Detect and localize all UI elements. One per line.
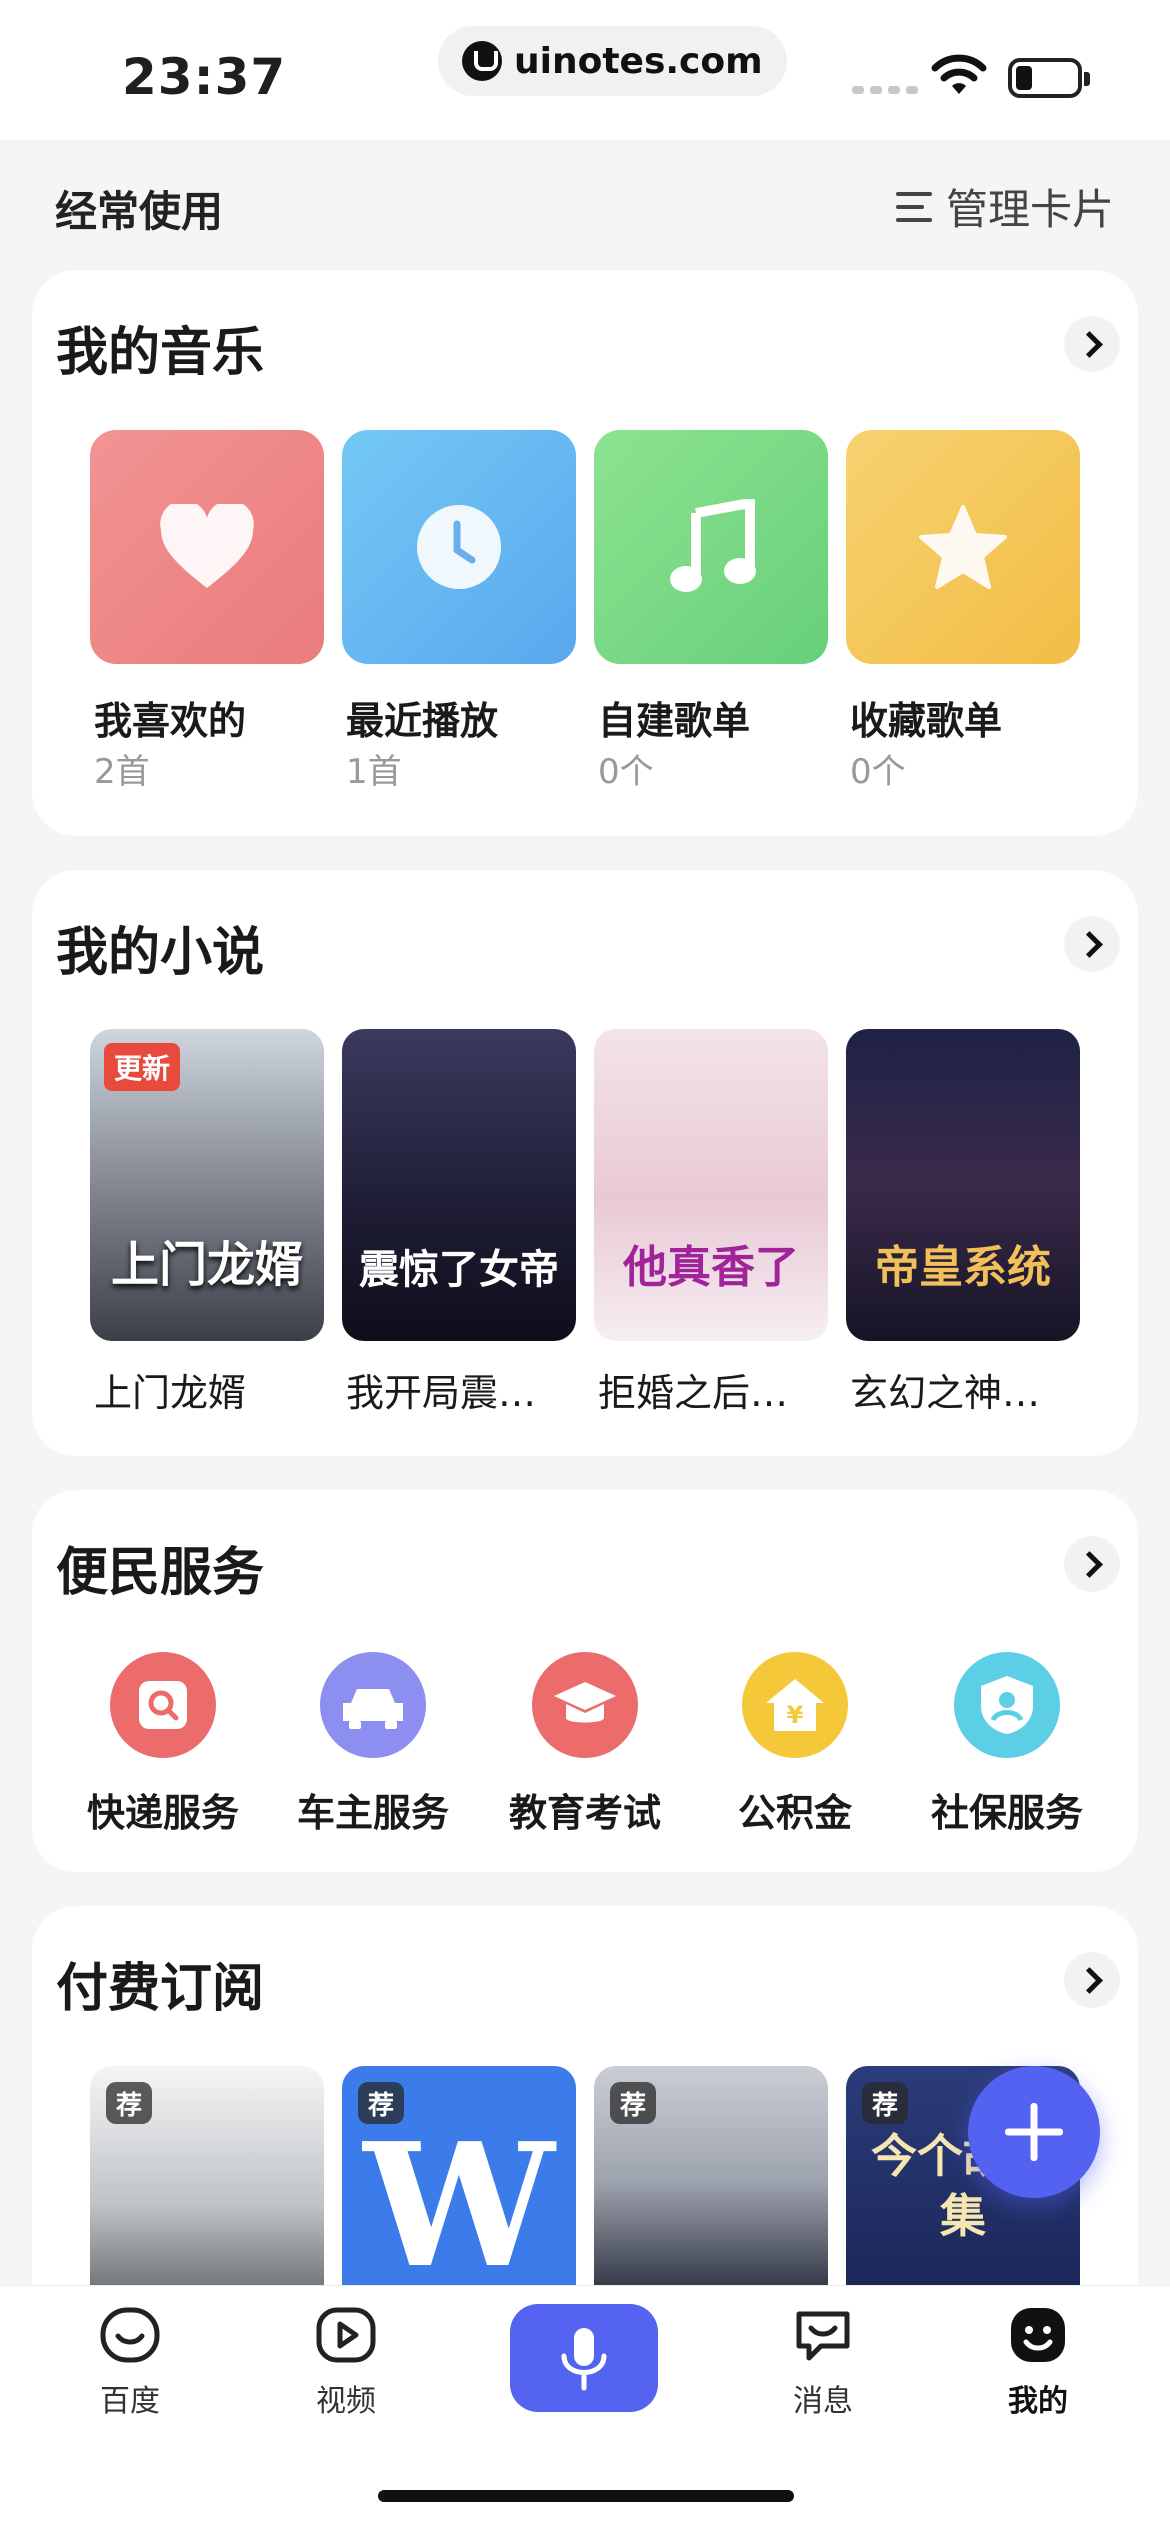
recommend-badge: 荐 bbox=[862, 2082, 908, 2124]
baidu-face-icon bbox=[100, 2307, 160, 2363]
me-face-icon bbox=[1011, 2308, 1065, 2362]
music-tile-created[interactable] bbox=[594, 430, 828, 664]
novel-cover-title: 上门龙婿 bbox=[110, 1237, 303, 1293]
subscriptions-more-chevron-icon[interactable] bbox=[1064, 1952, 1120, 2008]
tab-label: 视频 bbox=[316, 2384, 376, 2419]
subscription-item-2[interactable]: 荐 W bbox=[342, 2066, 576, 2296]
menu-lines-icon bbox=[895, 191, 932, 222]
heart-icon bbox=[160, 504, 254, 588]
music-tile-label: 我喜欢的 bbox=[94, 699, 247, 743]
tab-label: 百度 bbox=[100, 2384, 160, 2419]
music-note-icon bbox=[670, 499, 756, 592]
svg-text:¥: ¥ bbox=[787, 1701, 804, 1729]
clock-icon bbox=[417, 505, 501, 589]
services-more-chevron-icon[interactable] bbox=[1064, 1536, 1120, 1592]
service-label: 公积金 bbox=[737, 1791, 852, 1835]
service-label: 快递服务 bbox=[86, 1791, 239, 1835]
recommend-badge: 荐 bbox=[610, 2082, 656, 2124]
signal-icon bbox=[852, 86, 918, 94]
novel-card-title: 我的小说 bbox=[56, 923, 265, 983]
subscription-item-1[interactable]: 荐 bbox=[90, 2066, 324, 2296]
services-card-title: 便民服务 bbox=[56, 1543, 265, 1603]
novel-label[interactable]: 上门龙婿 bbox=[94, 1362, 246, 1417]
add-fab-button[interactable] bbox=[968, 2066, 1100, 2198]
battery-icon bbox=[1008, 58, 1090, 98]
novel-cover-title: 他真香了 bbox=[623, 1242, 799, 1293]
section-title: 经常使用 bbox=[55, 187, 224, 236]
status-time: 23:37 bbox=[122, 48, 287, 106]
subscription-item-3[interactable]: 荐 bbox=[594, 2066, 828, 2296]
message-icon bbox=[796, 2311, 850, 2361]
graduation-cap-icon bbox=[554, 1682, 616, 1723]
star-icon bbox=[919, 505, 1007, 589]
voice-search-button[interactable] bbox=[510, 2304, 658, 2412]
status-bar: 23:37 uinotes.com bbox=[0, 0, 1170, 140]
novel-cover-2[interactable]: 震惊了女帝 bbox=[342, 1029, 576, 1341]
home-indicator bbox=[378, 2490, 794, 2502]
novel-more-chevron-icon[interactable] bbox=[1064, 916, 1120, 972]
music-tile-label: 最近播放 bbox=[346, 699, 499, 743]
service-education[interactable] bbox=[532, 1652, 638, 1758]
url-pill[interactable]: uinotes.com bbox=[438, 26, 787, 96]
novel-cover-3[interactable]: 他真香了 bbox=[594, 1029, 828, 1341]
tab-me[interactable]: 我的 bbox=[978, 2302, 1098, 2420]
novel-cover-title: 帝皇系统 bbox=[875, 1242, 1051, 1293]
tab-baidu[interactable]: 百度 bbox=[70, 2302, 190, 2420]
novel-cover-title: 震惊了女帝 bbox=[359, 1246, 559, 1293]
subscriptions-card-title: 付费订阅 bbox=[56, 1959, 265, 2019]
car-icon bbox=[343, 1689, 403, 1729]
novel-label[interactable]: 玄幻之神… bbox=[850, 1362, 1040, 1417]
music-tile-recent[interactable] bbox=[342, 430, 576, 664]
update-badge: 更新 bbox=[104, 1043, 181, 1091]
parcel-search-icon bbox=[139, 1681, 187, 1729]
url-text: uinotes.com bbox=[514, 40, 763, 82]
music-tile-collected[interactable] bbox=[846, 430, 1080, 664]
tab-video[interactable]: 视频 bbox=[286, 2302, 406, 2420]
music-more-chevron-icon[interactable] bbox=[1064, 316, 1120, 372]
music-tile-label: 自建歌单 bbox=[598, 699, 751, 743]
house-yuan-icon: ¥ bbox=[766, 1679, 824, 1731]
music-tile-count: 1首 bbox=[346, 752, 402, 792]
novel-cover-4[interactable]: 帝皇系统 bbox=[846, 1029, 1080, 1341]
manage-cards-label: 管理卡片 bbox=[945, 185, 1114, 234]
tab-label: 我的 bbox=[1008, 2384, 1068, 2419]
music-tile-liked[interactable] bbox=[90, 430, 324, 664]
service-express[interactable] bbox=[110, 1652, 216, 1758]
tab-messages[interactable]: 消息 bbox=[763, 2302, 883, 2420]
shield-person-icon bbox=[981, 1676, 1033, 1734]
service-label: 教育考试 bbox=[508, 1791, 661, 1835]
music-tile-count: 0个 bbox=[850, 752, 906, 792]
novel-cover-1[interactable]: 上门龙婿 更新 bbox=[90, 1029, 324, 1341]
music-tile-label: 收藏歌单 bbox=[850, 699, 1003, 743]
tab-label: 消息 bbox=[793, 2384, 853, 2419]
service-housing-fund[interactable]: ¥ bbox=[742, 1652, 848, 1758]
wifi-icon bbox=[931, 54, 987, 94]
service-social-security[interactable] bbox=[954, 1652, 1060, 1758]
service-label: 社保服务 bbox=[930, 1791, 1083, 1835]
novel-label[interactable]: 我开局震… bbox=[346, 1362, 536, 1417]
novel-label[interactable]: 拒婚之后… bbox=[598, 1362, 788, 1417]
service-label: 车主服务 bbox=[296, 1791, 449, 1835]
music-tile-count: 2首 bbox=[94, 752, 150, 792]
video-play-icon bbox=[316, 2307, 376, 2363]
subscription-cover-text: W bbox=[363, 2106, 555, 2296]
microphone-icon bbox=[561, 2328, 607, 2391]
manage-cards-button[interactable]: 管理卡片 bbox=[895, 176, 1114, 237]
site-logo-icon bbox=[462, 41, 502, 81]
app-page: 23:37 uinotes.com 经常使用 管理卡片 我的音乐 我喜欢的 最近… bbox=[0, 0, 1170, 2532]
service-car-owner[interactable] bbox=[320, 1652, 426, 1758]
music-tile-count: 0个 bbox=[598, 752, 654, 792]
recommend-badge: 荐 bbox=[106, 2082, 152, 2124]
music-card-title: 我的音乐 bbox=[56, 323, 265, 383]
